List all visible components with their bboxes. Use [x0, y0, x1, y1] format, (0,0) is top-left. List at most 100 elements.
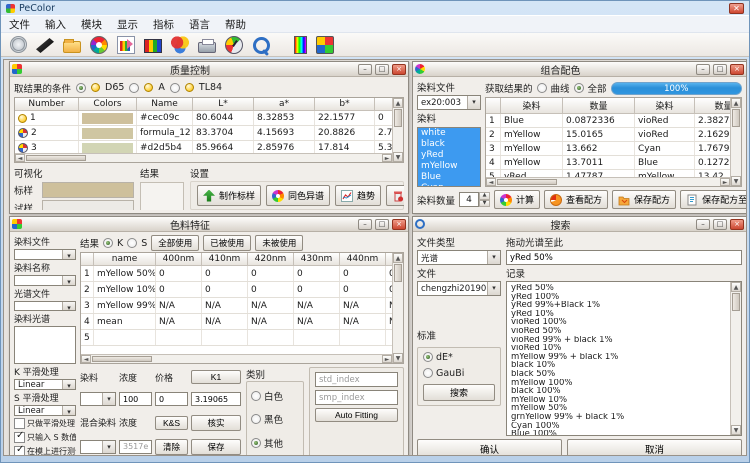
maximize-icon[interactable]: □ [713, 219, 727, 230]
close-icon[interactable]: × [730, 219, 744, 230]
black-radio[interactable] [251, 414, 261, 424]
col-index[interactable] [81, 253, 94, 265]
metamerism-button[interactable]: 同色异谱 [266, 185, 330, 206]
record-item[interactable]: yRed 50% [507, 284, 730, 293]
concentration-field[interactable] [119, 392, 152, 406]
record-item[interactable]: black 50% [507, 370, 730, 379]
k-radio[interactable] [103, 238, 113, 248]
dye-list-item[interactable]: black [418, 139, 480, 150]
table-row[interactable]: 1 #cec09c 80.6044 8.32853 22.1577 0 0 [15, 111, 392, 126]
col-440nm[interactable]: 440nm [340, 253, 386, 265]
dye-list-item[interactable]: mYellow [418, 161, 480, 172]
record-item[interactable]: mYellow 10% [507, 396, 730, 405]
close-icon[interactable]: × [392, 64, 406, 75]
col-name[interactable]: Name [137, 98, 193, 110]
vertical-scrollbar[interactable]: ▲▼ [730, 98, 741, 186]
table-row[interactable]: 4 mean N/A N/A N/A N/A N/A N/A [81, 314, 392, 330]
table-row[interactable]: 2 formula_12 83.3704 4.15693 20.8826 2.7… [15, 126, 392, 141]
col-index[interactable] [486, 98, 501, 113]
menu-item[interactable]: 帮助 [225, 17, 246, 32]
vertical-scrollbar[interactable]: ▲▼ [730, 282, 741, 435]
clear-button[interactable]: 清除 [155, 439, 188, 455]
de-radio[interactable] [423, 352, 433, 362]
col-410nm[interactable]: 410nm [202, 253, 248, 265]
record-item[interactable]: black 10% [507, 361, 730, 370]
col-dye1[interactable]: 染料 [501, 98, 563, 113]
price-field[interactable] [155, 392, 188, 406]
use-all-button[interactable]: 全部使用 [151, 235, 199, 251]
pen-icon[interactable] [36, 38, 54, 53]
menu-item[interactable]: 语言 [189, 17, 210, 32]
col-400nm[interactable]: 400nm [156, 253, 202, 265]
record-item[interactable]: grnYellow 99% + black 1% [507, 413, 730, 422]
col-b[interactable]: b* [315, 98, 375, 110]
col-name[interactable]: name [94, 253, 156, 265]
mix-dye-select[interactable] [80, 440, 116, 454]
dye-list-item[interactable]: Blue [418, 172, 480, 183]
table-row[interactable]: 3 mYellow 99% ... N/A N/A N/A N/A N/A N/… [81, 298, 392, 314]
table-row[interactable]: 1 Blue 0.0872336 vioRed 2.38273 0.000899… [486, 114, 730, 128]
illuminant-a-radio[interactable] [129, 83, 139, 93]
close-icon[interactable]: × [392, 219, 406, 230]
printer-icon[interactable] [198, 42, 216, 53]
curve-radio[interactable] [537, 83, 547, 93]
menu-item[interactable]: 输入 [45, 17, 66, 32]
white-radio[interactable] [251, 391, 261, 401]
confirm-button[interactable]: 确认 [417, 439, 562, 456]
dye-list-item[interactable]: Cyan [418, 183, 480, 186]
record-item[interactable]: vioRed 10% [507, 344, 730, 353]
trend-button[interactable]: 趋势 [335, 185, 381, 206]
settings-gear-icon[interactable] [10, 36, 27, 53]
mosaic-icon[interactable] [316, 36, 334, 54]
minimize-icon[interactable]: – [696, 64, 710, 75]
search-button[interactable]: 搜索 [423, 384, 495, 401]
record-item[interactable]: yRed 99%+Black 1% [507, 301, 730, 310]
search-icon[interactable] [252, 36, 270, 54]
color-mix-icon[interactable] [171, 36, 189, 54]
menu-item[interactable]: 文件 [9, 17, 30, 32]
save-formula-button[interactable]: 保存配方 [612, 190, 676, 209]
table-row[interactable]: 5 yRed 1.47787 mYellow 13.42 0.00111653 [486, 170, 730, 177]
table-row[interactable]: 5 [81, 330, 392, 346]
vertical-scrollbar[interactable]: ▲▼ [392, 98, 403, 162]
chart-palette-icon[interactable] [117, 36, 135, 54]
record-item[interactable]: vioRed 50% [507, 327, 730, 336]
table-row[interactable]: 4 mYellow 13.7011 Blue 0.127265 0.001101… [486, 156, 730, 170]
illuminant-tl84-radio[interactable] [170, 83, 180, 93]
search-title-bar[interactable]: 搜索 – □ × [413, 217, 746, 232]
color-wheel-icon[interactable] [90, 36, 108, 54]
record-item[interactable]: Cyan 100% [507, 422, 730, 431]
table-row[interactable]: 2 mYellow 10% 0 0 0 0 0 0 [81, 282, 392, 298]
k1-field[interactable] [191, 392, 241, 406]
table-row[interactable]: 2 mYellow 15.0165 vioRed 2.16297 0.00091… [486, 128, 730, 142]
dye-list-item[interactable]: yRed [418, 150, 480, 161]
minimize-icon[interactable]: – [358, 219, 372, 230]
dye-spectrum-listbox[interactable] [14, 326, 76, 364]
record-item[interactable]: mYellow 100% [507, 379, 730, 388]
make-standard-button[interactable]: 制作标样 [197, 185, 261, 206]
file-select[interactable]: chengzhi20190 [417, 281, 501, 296]
file-type-select[interactable]: 光谱 [417, 250, 501, 265]
s-only-checkbox[interactable] [14, 432, 25, 443]
close-icon[interactable]: ✕ [729, 3, 744, 14]
test-on-board-checkbox[interactable] [14, 446, 25, 456]
col-a[interactable]: a* [254, 98, 315, 110]
s-smooth-select[interactable]: Linear [14, 405, 76, 416]
dye-name-select[interactable] [14, 275, 76, 286]
open-folder-icon[interactable] [63, 41, 81, 53]
table-row[interactable]: 1 mYellow 50% 0 0 0 0 0 0 [81, 266, 392, 282]
horizontal-scrollbar[interactable]: ◄► [486, 177, 730, 186]
horizontal-scrollbar[interactable]: ◄► [81, 354, 392, 363]
other-radio[interactable] [251, 438, 261, 448]
colorant-title-bar[interactable]: 色料特征 – □ × [10, 217, 408, 232]
k1-button[interactable]: K1 [191, 370, 241, 384]
minimize-icon[interactable]: – [696, 219, 710, 230]
col-qty1[interactable]: 数量 [563, 98, 635, 113]
auto-fitting-button[interactable]: Auto Fitting [315, 408, 398, 422]
smooth-only-checkbox[interactable] [14, 418, 25, 429]
s-radio[interactable] [127, 238, 137, 248]
dye-file-select[interactable] [14, 249, 76, 260]
gaubi-radio[interactable] [423, 368, 433, 378]
maximize-icon[interactable]: □ [375, 64, 389, 75]
horizontal-scrollbar[interactable]: ◄► [15, 153, 392, 162]
